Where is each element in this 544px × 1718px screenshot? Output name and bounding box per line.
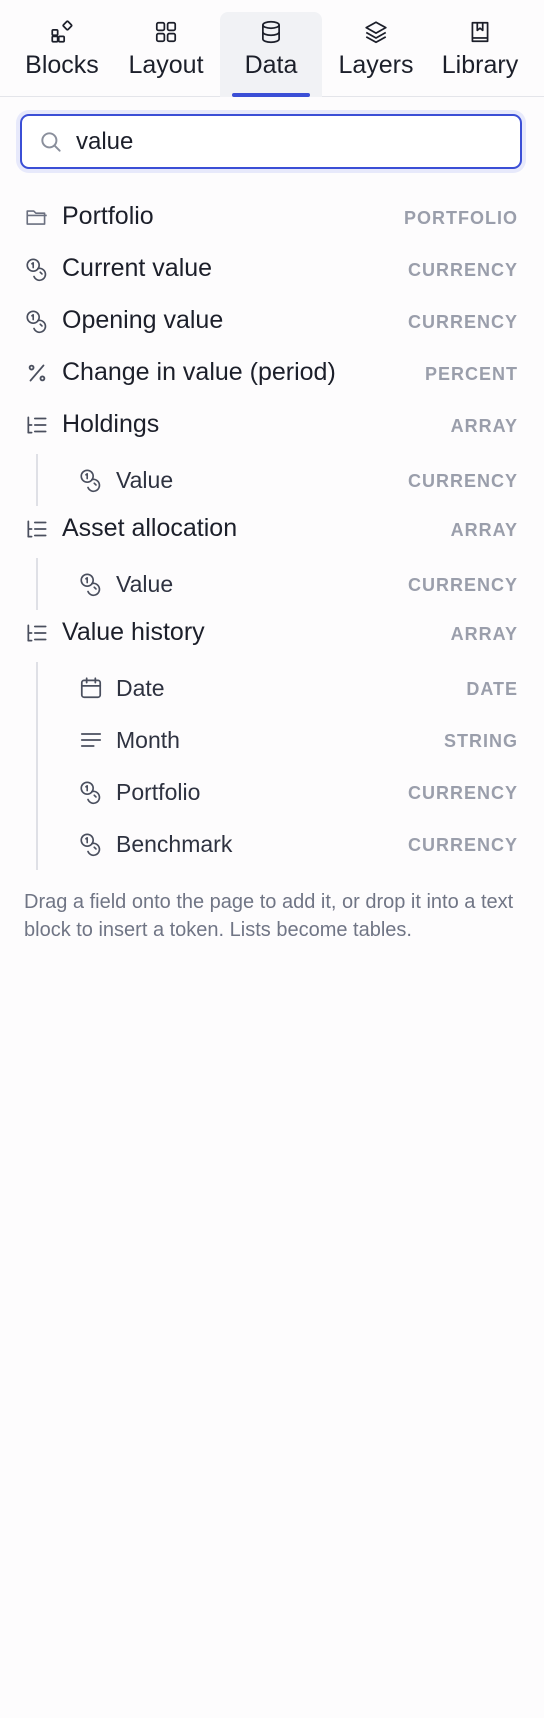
coins-icon — [24, 256, 50, 282]
coins-icon — [78, 831, 104, 857]
layout-grid-icon — [152, 18, 180, 46]
tab-data[interactable]: Data — [220, 12, 322, 97]
field-type-badge: DATE — [466, 679, 518, 699]
folder-icon — [24, 204, 50, 230]
tab-label: Layout — [128, 51, 204, 79]
field-row-portfolio[interactable]: Portfolio PORTFOLIO — [0, 191, 544, 243]
field-type-badge: CURRENCY — [407, 783, 518, 803]
tab-label: Layers — [338, 51, 414, 79]
drag-hint-text: Drag a field onto the page to add it, or… — [24, 891, 514, 941]
field-type-badge: CURRENCY — [407, 471, 518, 491]
field-label: Change in value (period) — [62, 358, 336, 386]
list-tree-icon — [24, 412, 50, 438]
coins-icon — [78, 467, 104, 493]
field-label: Value history — [62, 618, 205, 646]
tab-label: Blocks — [25, 51, 99, 79]
field-type-badge: ARRAY — [450, 416, 518, 436]
field-label: Value — [116, 571, 174, 597]
panel-tabs: Blocks Layout Data Layers Library — [0, 0, 544, 97]
search-icon — [38, 129, 64, 155]
tab-layout[interactable]: Layout — [118, 12, 214, 97]
field-type-badge: PERCENT — [424, 364, 518, 384]
database-icon — [257, 18, 285, 46]
field-label: Opening value — [62, 306, 224, 334]
field-label: Current value — [62, 254, 213, 282]
field-row-opening-value[interactable]: Opening value CURRENCY — [0, 295, 544, 347]
field-label: Date — [116, 675, 165, 701]
field-type-badge: CURRENCY — [407, 260, 518, 280]
coins-icon — [78, 779, 104, 805]
field-row-date[interactable]: Date DATE — [0, 662, 544, 714]
list-tree-icon — [24, 516, 50, 542]
field-label: Portfolio — [116, 779, 201, 805]
field-row-value-history[interactable]: Value history ARRAY — [0, 607, 544, 659]
field-row-month[interactable]: Month STRING — [0, 714, 544, 766]
search-input[interactable] — [76, 124, 506, 159]
field-row-holdings[interactable]: Holdings ARRAY — [0, 399, 544, 451]
field-label: Asset allocation — [62, 514, 238, 542]
field-type-badge: STRING — [443, 731, 518, 751]
field-row-holdings-value[interactable]: Value CURRENCY — [0, 454, 544, 506]
coins-icon — [78, 571, 104, 597]
field-label: Value — [116, 467, 174, 493]
field-type-badge: CURRENCY — [407, 575, 518, 595]
bookmark-book-icon — [466, 18, 494, 46]
field-type-badge: CURRENCY — [407, 835, 518, 855]
tab-label: Data — [244, 51, 298, 79]
tab-layers[interactable]: Layers — [328, 12, 424, 97]
calendar-icon — [78, 675, 104, 701]
field-row-asset-allocation-value[interactable]: Value CURRENCY — [0, 558, 544, 610]
field-search[interactable] — [20, 114, 522, 169]
field-type-badge: ARRAY — [450, 520, 518, 540]
field-type-badge: PORTFOLIO — [404, 208, 518, 228]
field-row-history-portfolio[interactable]: Portfolio CURRENCY — [0, 766, 544, 818]
coins-icon — [24, 308, 50, 334]
list-tree-icon — [24, 620, 50, 646]
field-label: Holdings — [62, 410, 160, 438]
percent-icon — [24, 360, 50, 386]
field-row-current-value[interactable]: Current value CURRENCY — [0, 243, 544, 295]
field-label: Portfolio — [62, 202, 154, 230]
field-label: Month — [116, 727, 180, 753]
tab-library[interactable]: Library — [432, 12, 528, 97]
field-type-badge: ARRAY — [450, 624, 518, 644]
field-type-badge: CURRENCY — [407, 312, 518, 332]
tab-blocks[interactable]: Blocks — [14, 12, 110, 97]
field-label: Benchmark — [116, 831, 233, 857]
blocks-icon — [48, 18, 76, 46]
layers-icon — [362, 18, 390, 46]
text-lines-icon — [78, 727, 104, 753]
field-row-asset-allocation[interactable]: Asset allocation ARRAY — [0, 503, 544, 555]
field-row-benchmark[interactable]: Benchmark CURRENCY — [0, 818, 544, 870]
field-row-change-in-value[interactable]: Change in value (period) PERCENT — [0, 347, 544, 399]
tab-label: Library — [441, 51, 519, 79]
